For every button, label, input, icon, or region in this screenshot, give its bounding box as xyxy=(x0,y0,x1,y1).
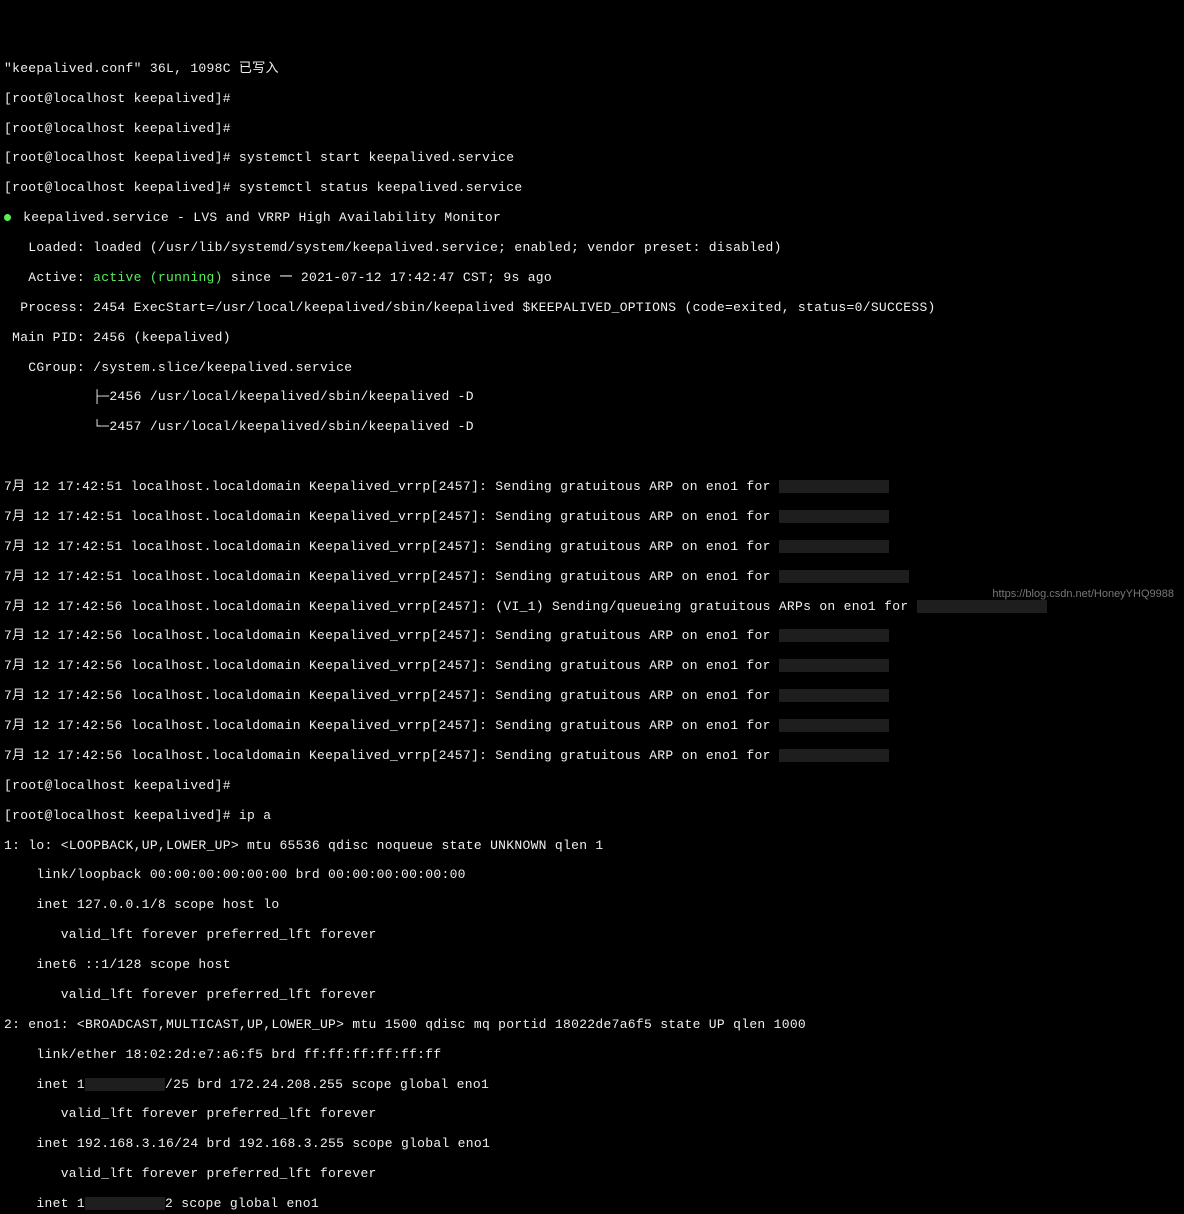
redacted-ip xyxy=(779,689,889,702)
redacted-ip xyxy=(779,510,889,523)
redacted-ip xyxy=(779,570,909,583)
status-cgroup: CGroup: /system.slice/keepalived.service xyxy=(4,361,1180,376)
status-cgroup-child: ├─2456 /usr/local/keepalived/sbin/keepal… xyxy=(4,390,1180,405)
redacted-ip xyxy=(779,749,889,762)
status-main-pid: Main PID: 2456 (keepalived) xyxy=(4,331,1180,346)
redacted-ip xyxy=(779,480,889,493)
inet-suffix: 2 scope global eno1 xyxy=(165,1196,319,1211)
shell-prompt[interactable]: [root@localhost keepalived]# xyxy=(4,122,1180,137)
redacted-ip xyxy=(85,1078,165,1091)
status-process: Process: 2454 ExecStart=/usr/local/keepa… xyxy=(4,301,1180,316)
systemctl-status-cmd[interactable]: [root@localhost keepalived]# systemctl s… xyxy=(4,181,1180,196)
iface-lo-inet: inet 127.0.0.1/8 scope host lo xyxy=(4,898,1180,913)
iface-lo-header: 1: lo: <LOOPBACK,UP,LOWER_UP> mtu 65536 … xyxy=(4,839,1180,854)
iface-eno1-link: link/ether 18:02:2d:e7:a6:f5 brd ff:ff:f… xyxy=(4,1048,1180,1063)
log-line: 7月 12 17:42:51 localhost.localdomain Kee… xyxy=(4,570,1180,585)
blank-line xyxy=(4,450,1180,465)
redacted-ip xyxy=(779,659,889,672)
redacted-ip xyxy=(85,1197,165,1210)
status-active-prefix: Active: xyxy=(4,270,93,285)
watermark-text: https://blog.csdn.net/HoneyYHQ9988 xyxy=(992,588,1174,601)
inet-prefix: inet 1 xyxy=(4,1077,85,1092)
iface-lo-link: link/loopback 00:00:00:00:00:00 brd 00:0… xyxy=(4,868,1180,883)
log-text: 7月 12 17:42:51 localhost.localdomain Kee… xyxy=(4,479,779,494)
log-text: 7月 12 17:42:56 localhost.localdomain Kee… xyxy=(4,748,779,763)
iface-valid-lft: valid_lft forever preferred_lft forever xyxy=(4,1107,1180,1122)
log-text: 7月 12 17:42:56 localhost.localdomain Kee… xyxy=(4,718,779,733)
log-line: 7月 12 17:42:56 localhost.localdomain Kee… xyxy=(4,659,1180,674)
log-text: 7月 12 17:42:56 localhost.localdomain Kee… xyxy=(4,628,779,643)
status-service-line: keepalived.service - LVS and VRRP High A… xyxy=(4,211,1180,226)
iface-eno1-inet: inet 192.168.3.16/24 brd 192.168.3.255 s… xyxy=(4,1137,1180,1152)
iface-valid-lft: valid_lft forever preferred_lft forever xyxy=(4,1167,1180,1182)
shell-prompt[interactable]: [root@localhost keepalived]# xyxy=(4,779,1180,794)
status-loaded: Loaded: loaded (/usr/lib/systemd/system/… xyxy=(4,241,1180,256)
iface-eno1-inet: inet 1/25 brd 172.24.208.255 scope globa… xyxy=(4,1078,1180,1093)
iface-eno1-header: 2: eno1: <BROADCAST,MULTICAST,UP,LOWER_U… xyxy=(4,1018,1180,1033)
redacted-ip xyxy=(779,629,889,642)
status-active-running: active (running) xyxy=(93,270,223,285)
status-active-since: since 一 2021-07-12 17:42:47 CST; 9s ago xyxy=(223,270,552,285)
log-line: 7月 12 17:42:56 localhost.localdomain Kee… xyxy=(4,629,1180,644)
iface-valid-lft: valid_lft forever preferred_lft forever xyxy=(4,988,1180,1003)
ip-a-command[interactable]: [root@localhost keepalived]# ip a xyxy=(4,809,1180,824)
shell-prompt[interactable]: [root@localhost keepalived]# xyxy=(4,92,1180,107)
inet-suffix: /25 brd 172.24.208.255 scope global eno1 xyxy=(165,1077,489,1092)
log-text: 7月 12 17:42:51 localhost.localdomain Kee… xyxy=(4,509,779,524)
redacted-ip xyxy=(779,540,889,553)
log-line: 7月 12 17:42:56 localhost.localdomain Kee… xyxy=(4,719,1180,734)
status-cgroup-child: └─2457 /usr/local/keepalived/sbin/keepal… xyxy=(4,420,1180,435)
status-active: Active: active (running) since 一 2021-07… xyxy=(4,271,1180,286)
redacted-ip xyxy=(779,719,889,732)
log-text: 7月 12 17:42:56 localhost.localdomain Kee… xyxy=(4,688,779,703)
log-line: 7月 12 17:42:56 localhost.localdomain Kee… xyxy=(4,689,1180,704)
log-line: 7月 12 17:42:51 localhost.localdomain Kee… xyxy=(4,540,1180,555)
log-text: 7月 12 17:42:51 localhost.localdomain Kee… xyxy=(4,569,779,584)
log-text: 7月 12 17:42:51 localhost.localdomain Kee… xyxy=(4,539,779,554)
log-line: 7月 12 17:42:51 localhost.localdomain Kee… xyxy=(4,510,1180,525)
status-dot-icon xyxy=(4,214,11,221)
log-text: 7月 12 17:42:56 localhost.localdomain Kee… xyxy=(4,658,779,673)
iface-valid-lft: valid_lft forever preferred_lft forever xyxy=(4,928,1180,943)
status-service-text: keepalived.service - LVS and VRRP High A… xyxy=(15,210,501,225)
inet-prefix: inet 1 xyxy=(4,1196,85,1211)
log-line: 7月 12 17:42:56 localhost.localdomain Kee… xyxy=(4,749,1180,764)
iface-eno1-inet: inet 1 2 scope global eno1 xyxy=(4,1197,1180,1212)
systemctl-start-cmd[interactable]: [root@localhost keepalived]# systemctl s… xyxy=(4,151,1180,166)
log-text: 7月 12 17:42:56 localhost.localdomain Kee… xyxy=(4,599,917,614)
redacted-ip xyxy=(917,600,1047,613)
iface-lo-inet6: inet6 ::1/128 scope host xyxy=(4,958,1180,973)
vim-write-message: "keepalived.conf" 36L, 1098C 已写入 xyxy=(4,62,1180,77)
log-line: 7月 12 17:42:51 localhost.localdomain Kee… xyxy=(4,480,1180,495)
